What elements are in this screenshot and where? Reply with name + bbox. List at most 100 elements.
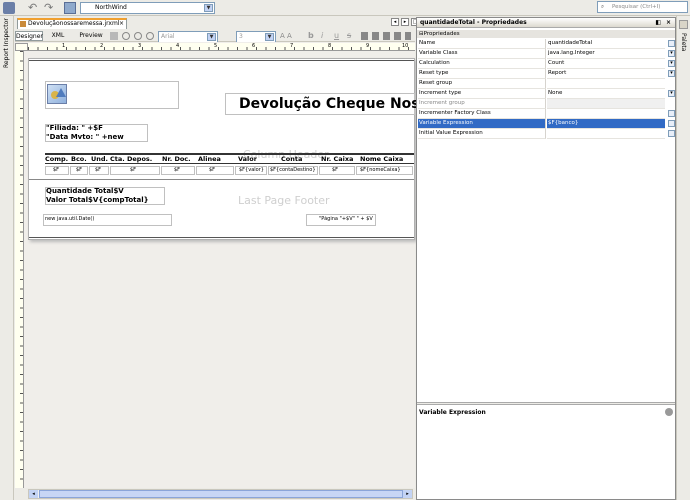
- data-mvto-field[interactable]: "Data Mvto: " +new: [46, 133, 124, 142]
- column-header[interactable]: Nr. Doc.: [162, 155, 191, 163]
- column-header[interactable]: Bco.: [71, 155, 87, 163]
- chevron-down-icon: ▼: [207, 33, 216, 41]
- scroll-right-icon[interactable]: ▸: [403, 490, 412, 498]
- property-value[interactable]: [547, 79, 665, 89]
- tab-designer[interactable]: Designer: [15, 31, 43, 41]
- tab-preview[interactable]: Preview: [77, 31, 105, 41]
- close-icon[interactable]: ×: [666, 18, 671, 28]
- tab-xml[interactable]: XML: [48, 31, 68, 41]
- palette-strip[interactable]: Paleta: [676, 16, 690, 500]
- property-value[interactable]: Count: [547, 59, 665, 69]
- horizontal-scrollbar[interactable]: ◂ ▸: [28, 489, 413, 499]
- chevron-down-icon[interactable]: ▾: [668, 90, 675, 97]
- column-header[interactable]: Nr. Caixa: [321, 155, 353, 163]
- minimize-icon[interactable]: ◧: [655, 18, 661, 28]
- chevron-down-icon[interactable]: ▾: [668, 50, 675, 57]
- palette-label[interactable]: Paleta: [680, 33, 687, 51]
- property-value[interactable]: [547, 99, 665, 109]
- detail-cell[interactable]: $F: [70, 166, 88, 175]
- property-row[interactable]: Reset group: [417, 79, 675, 89]
- strikethrough-icon[interactable]: s: [347, 31, 351, 40]
- italic-icon[interactable]: i: [321, 31, 323, 40]
- detail-cell[interactable]: $F: [110, 166, 160, 175]
- scrollbar-thumb[interactable]: [39, 490, 403, 498]
- property-row[interactable]: Initial Value Expression: [417, 129, 675, 139]
- column-header[interactable]: Alinea: [198, 155, 221, 163]
- scroll-left-icon[interactable]: ◂: [29, 490, 38, 498]
- detail-cell[interactable]: $F{valor}: [235, 166, 267, 175]
- document-tab[interactable]: Devoluçãonossaremessa.jrxml ×: [17, 18, 127, 29]
- property-row-selected[interactable]: Variable Expression $F{banco}: [417, 119, 675, 129]
- image-element-icon[interactable]: [47, 84, 67, 104]
- detail-cell[interactable]: $F{contaDestino}: [268, 166, 318, 175]
- property-value[interactable]: $F{banco}: [547, 119, 665, 129]
- detail-cell[interactable]: $F: [161, 166, 195, 175]
- scroll-tabs-left-icon[interactable]: ◂: [391, 18, 399, 26]
- datasource-icon: [64, 2, 76, 14]
- property-row[interactable]: Increment group: [417, 99, 675, 109]
- alignment-buttons[interactable]: [361, 32, 411, 40]
- property-value[interactable]: Report: [547, 69, 665, 79]
- app-menu-icon[interactable]: [3, 2, 15, 14]
- report-title[interactable]: Devolução Cheque Noss: [239, 96, 428, 112]
- ruler-tick-label: 5: [214, 43, 218, 49]
- property-value[interactable]: quantidadeTotal: [547, 39, 665, 49]
- ruler-corner: [15, 43, 28, 51]
- property-value[interactable]: java.lang.Integer: [547, 49, 665, 59]
- chevron-down-icon[interactable]: ▾: [668, 70, 675, 77]
- column-header[interactable]: Conta: [281, 155, 302, 163]
- detail-cell[interactable]: $F: [45, 166, 69, 175]
- column-header[interactable]: Und.: [91, 155, 108, 163]
- zoom-out-icon[interactable]: [134, 32, 142, 40]
- detail-field: $F: [53, 167, 60, 173]
- valor-total-field[interactable]: Valor Total$V{compTotal}: [46, 196, 149, 205]
- zoom-actual-icon[interactable]: [146, 32, 154, 40]
- properties-section-header[interactable]: ⊟Propriedades: [417, 30, 675, 38]
- property-row[interactable]: Reset type Report ▾: [417, 69, 675, 79]
- detail-field: $F: [209, 167, 216, 173]
- property-row[interactable]: Variable Class java.lang.Integer ▾: [417, 49, 675, 59]
- detail-cell[interactable]: $F: [319, 166, 355, 175]
- ellipsis-icon[interactable]: [668, 110, 675, 117]
- report-page[interactable]: Devolução Cheque Noss "Filiada: " +$F "D…: [28, 58, 428, 240]
- property-row[interactable]: Calculation Count ▾: [417, 59, 675, 69]
- properties-title-text: quantidadeTotal - Propriedades: [420, 19, 527, 26]
- column-header[interactable]: Nome Caixa: [360, 155, 403, 163]
- detail-field: $F: [332, 167, 339, 173]
- font-size-buttons[interactable]: A A: [280, 32, 300, 40]
- column-header[interactable]: Cta. Depos.: [110, 155, 152, 163]
- report-inspector-label[interactable]: Report Inspector: [3, 18, 10, 68]
- filiada-field[interactable]: "Filiada: " +$F: [46, 124, 103, 133]
- property-row[interactable]: Increment type None ▾: [417, 89, 675, 99]
- help-icon[interactable]: [665, 408, 673, 416]
- property-value[interactable]: None: [547, 89, 665, 99]
- ellipsis-icon[interactable]: [668, 40, 675, 47]
- property-row[interactable]: Name quantidadeTotal: [417, 39, 675, 49]
- zoom-in-icon[interactable]: [122, 32, 130, 40]
- ellipsis-icon[interactable]: [668, 130, 675, 137]
- quantidade-total-field[interactable]: Quantidade Total$V: [46, 187, 124, 196]
- datasource-select[interactable]: NorthWind ▼: [80, 2, 215, 14]
- detail-cell[interactable]: $F: [196, 166, 234, 175]
- page-number-field[interactable]: "Página "+$V" " + $V: [319, 216, 373, 223]
- panel-splitter[interactable]: [417, 402, 675, 405]
- date-expression-field[interactable]: new java.util.Date(): [45, 216, 94, 223]
- detail-cell[interactable]: $F: [89, 166, 109, 175]
- property-value[interactable]: [547, 129, 665, 139]
- scroll-tabs-right-icon[interactable]: ▸: [401, 18, 409, 26]
- ellipsis-icon[interactable]: [668, 120, 675, 127]
- underline-icon[interactable]: u: [334, 31, 339, 40]
- search-input[interactable]: ⌕ Pesquisar (Ctrl+I): [597, 1, 688, 13]
- report-inspector-strip[interactable]: Report Inspector: [0, 16, 14, 500]
- redo-icon[interactable]: ↷: [44, 2, 56, 14]
- column-header[interactable]: Comp.: [45, 155, 68, 163]
- column-header[interactable]: Valor: [238, 155, 257, 163]
- zoom-fit-icon[interactable]: [110, 32, 118, 40]
- chevron-down-icon[interactable]: ▾: [668, 60, 675, 67]
- property-value[interactable]: [547, 109, 665, 119]
- undo-icon[interactable]: ↶: [28, 2, 40, 14]
- detail-cell[interactable]: $F{nomeCaixa}: [356, 166, 413, 175]
- close-icon[interactable]: ×: [119, 20, 124, 28]
- bold-icon[interactable]: b: [308, 31, 314, 40]
- property-row[interactable]: Incrementer Factory Class: [417, 109, 675, 119]
